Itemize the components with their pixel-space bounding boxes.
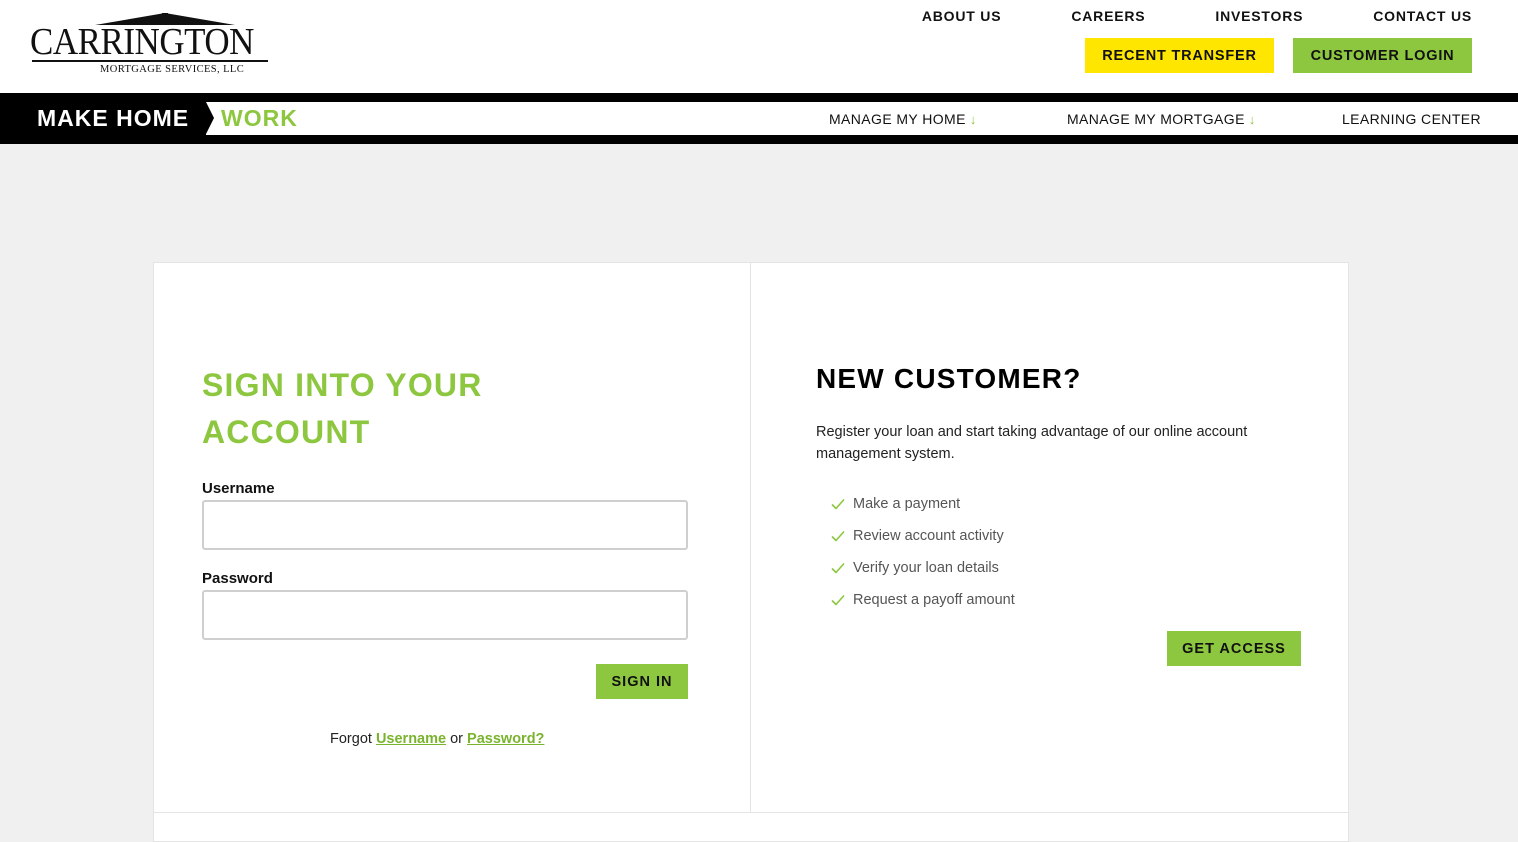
check-icon [831,562,845,574]
benefit-item: Review account activity [830,520,1015,552]
password-label: Password [202,570,273,587]
benefit-label: Verify your loan details [853,560,999,576]
careers-link[interactable]: CAREERS [1071,8,1145,24]
sign-in-button[interactable]: SIGN IN [596,664,688,699]
logo-wordmark: CARRINGTON [30,21,254,63]
nav-manage-my-mortgage[interactable]: MANAGE MY MORTGAGE ↓ [1067,111,1256,128]
password-input[interactable] [202,590,688,640]
get-access-button[interactable]: GET ACCESS [1167,631,1301,666]
nav-manage-my-mortgage-label: MANAGE MY MORTGAGE [1067,111,1245,127]
check-icon [831,530,845,542]
tagline-arrow [206,102,214,134]
card-divider [750,263,751,812]
about-us-link[interactable]: ABOUT US [922,8,1002,24]
benefit-item: Verify your loan details [830,552,1015,584]
contact-us-link[interactable]: CONTACT US [1373,8,1472,24]
tagline-make-home: MAKE HOME [37,105,190,131]
check-icon [831,498,845,510]
investors-link[interactable]: INVESTORS [1215,8,1303,24]
new-customer-title: NEW CUSTOMER? [816,363,1082,394]
forgot-credentials: Forgot Username or Password? [330,731,544,748]
recent-transfer-button[interactable]: RECENT TRANSFER [1085,38,1274,73]
benefit-item: Request a payoff amount [830,584,1015,616]
username-input[interactable] [202,500,688,550]
benefits-list: Make a payment Review account activity V… [830,488,1015,616]
forgot-username-link[interactable]: Username [376,731,446,747]
arrow-down-icon: ↓ [1248,112,1256,127]
nav-manage-my-home[interactable]: MANAGE MY HOME ↓ [829,111,977,128]
forgot-or: or [450,731,464,747]
signin-title: SIGN INTO YOUR ACCOUNT [202,367,483,450]
new-customer-description: Register your loan and start taking adva… [816,424,1248,462]
carrington-logo[interactable]: CARRINGTON MORTGAGE SERVICES, LLC [30,12,272,78]
nav-manage-my-home-label: MANAGE MY HOME [829,111,966,127]
forgot-prefix: Forgot [330,731,372,747]
site-header: CARRINGTON MORTGAGE SERVICES, LLC ABOUT … [0,0,1518,93]
forgot-password-link[interactable]: Password? [467,731,544,747]
username-label: Username [202,480,275,497]
arrow-down-icon: ↓ [969,112,977,127]
customer-login-button[interactable]: CUSTOMER LOGIN [1293,38,1472,73]
top-links: ABOUT US CAREERS INVESTORS CONTACT US [922,8,1472,24]
nav-learning-center[interactable]: LEARNING CENTER [1342,111,1481,127]
card-bottom-rule [154,812,1348,813]
benefit-label: Request a payoff amount [853,592,1015,608]
tagline-work: WORK [221,105,298,131]
logo-rule [32,60,268,62]
check-icon [831,594,845,606]
benefit-label: Review account activity [853,528,1004,544]
benefit-label: Make a payment [853,496,961,512]
benefit-item: Make a payment [830,488,1015,520]
logo-subtitle: MORTGAGE SERVICES, LLC [100,64,245,75]
login-card [153,262,1349,842]
